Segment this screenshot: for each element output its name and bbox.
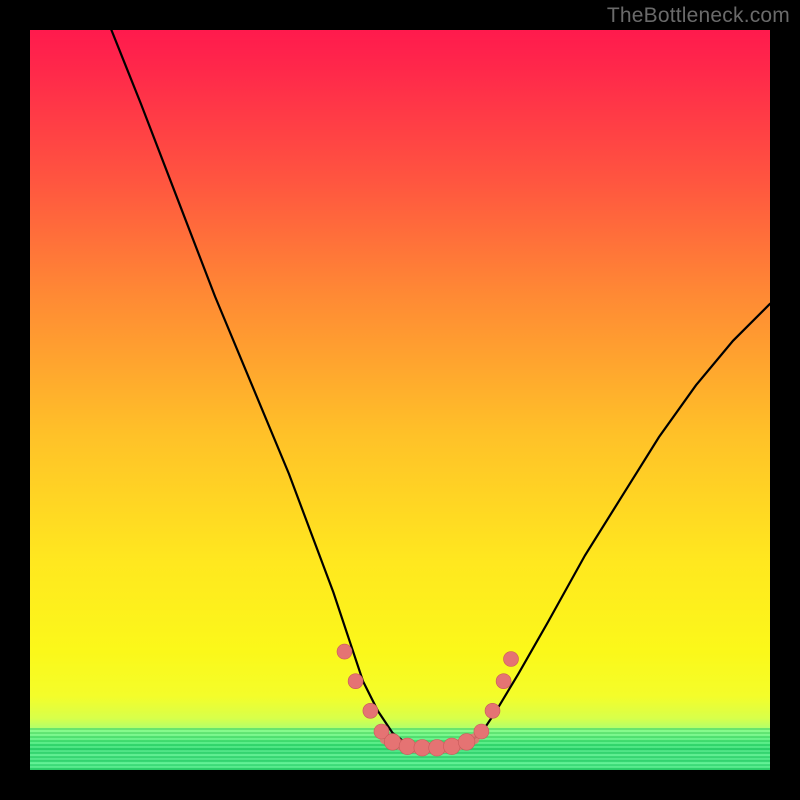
curve-marker [496, 674, 511, 689]
curve-marker [348, 674, 363, 689]
plot-area [30, 30, 770, 770]
curve-markers [337, 644, 519, 756]
curve-marker [474, 724, 489, 739]
curve-marker [429, 740, 446, 757]
curve-marker [337, 644, 352, 659]
bottleneck-curve [111, 30, 770, 748]
curve-marker [485, 703, 500, 718]
curve-marker [458, 734, 475, 751]
curve-marker [504, 652, 519, 667]
curve-marker [399, 738, 416, 755]
curve-layer [30, 30, 770, 770]
watermark-text: TheBottleneck.com [607, 4, 790, 28]
curve-marker [444, 738, 461, 755]
chart-frame: TheBottleneck.com [0, 0, 800, 800]
curve-marker [384, 734, 401, 751]
curve-marker [363, 703, 378, 718]
curve-marker [414, 740, 431, 757]
